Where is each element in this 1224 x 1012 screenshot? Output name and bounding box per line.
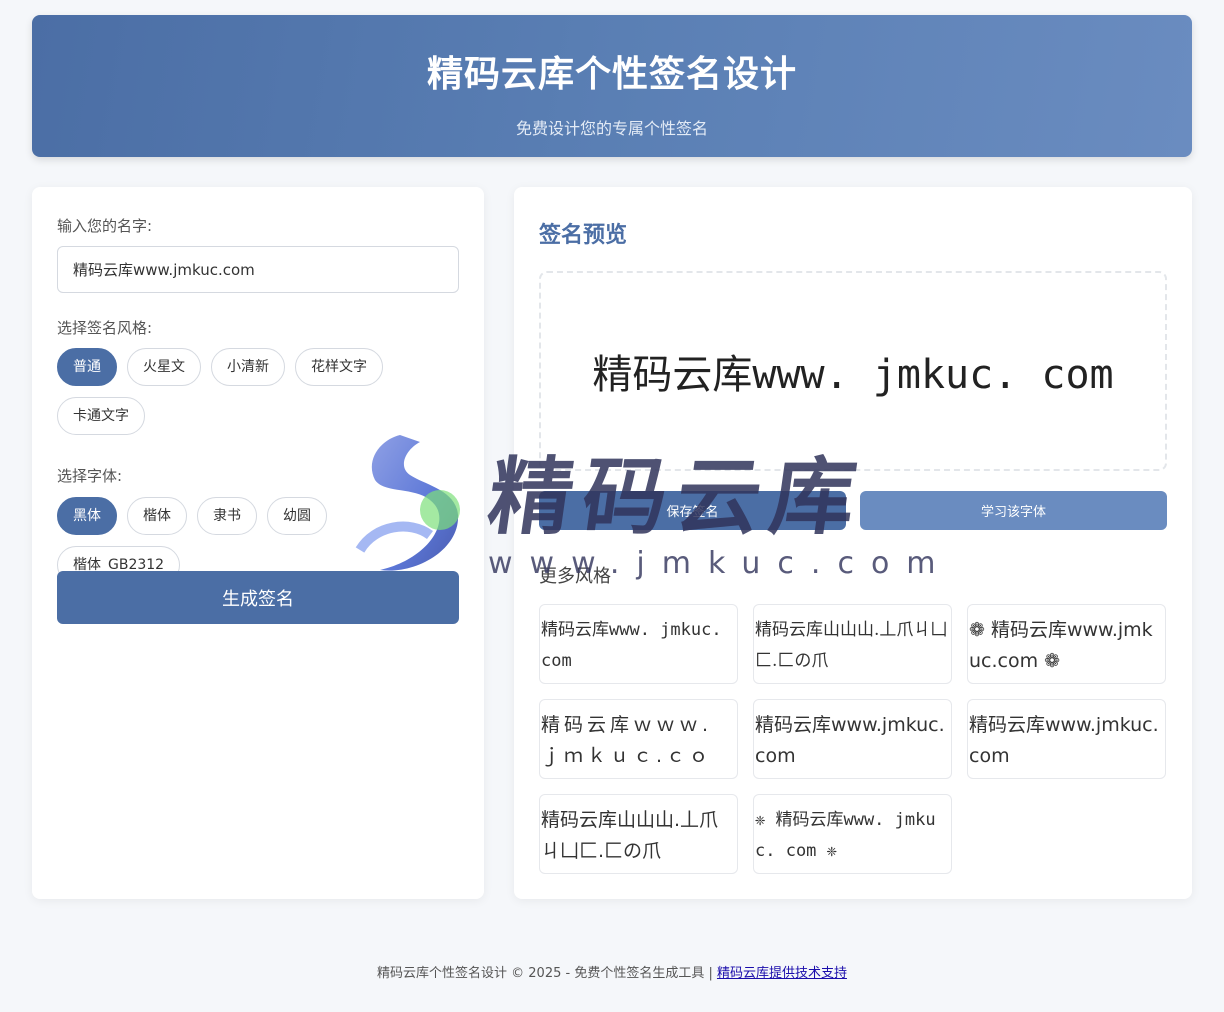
font-option-lishu[interactable]: 隶书 [197, 497, 257, 535]
style-option-cartoon[interactable]: 卡通文字 [57, 397, 145, 435]
style-card[interactable]: 精码云库www.jmkuc.com [967, 699, 1166, 779]
name-label: 输入您的名字: [57, 217, 153, 235]
style-card[interactable]: 精码云库www. jmkuc. com [539, 604, 738, 684]
name-input[interactable] [57, 246, 459, 293]
style-card[interactable]: ❁ 精码云库www.jmkuc.com ❁ [967, 604, 1166, 684]
style-card[interactable]: ❈ 精码云库www. jmkuc. com ❈ [753, 794, 952, 874]
save-signature-button[interactable]: 保存签名 [539, 491, 846, 530]
style-card[interactable]: 精码云库ｗｗｗ.ｊｍｋｕｃ.ｃｏｍ [539, 699, 738, 779]
font-label: 选择字体: [57, 467, 123, 485]
page-header: 精码云库个性签名设计 免费设计您的专属个性签名 [32, 15, 1192, 157]
footer: 精码云库个性签名设计 © 2025 - 免费个性签名生成工具 | 精码云库提供技… [0, 962, 1224, 981]
preview-title: 签名预览 [539, 223, 628, 248]
preview-panel: 签名预览 精码云库www. jmkuc. com 保存签名 学习该字体 更多风格… [514, 187, 1192, 899]
style-options: 普通 火星文 小清新 花样文字卡通文字 [57, 348, 467, 446]
font-option-kaiti[interactable]: 楷体 [127, 497, 187, 535]
footer-support-link[interactable]: 精码云库提供技术支持 [717, 966, 847, 981]
learn-font-button[interactable]: 学习该字体 [860, 491, 1167, 530]
page-subtitle: 免费设计您的专属个性签名 [515, 119, 708, 138]
font-option-youyuan[interactable]: 幼圆 [267, 497, 327, 535]
more-styles-title: 更多风格 [539, 566, 611, 587]
footer-text: 精码云库个性签名设计 © 2025 - 免费个性签名生成工具 | [377, 966, 717, 981]
page-title: 精码云库个性签名设计 [426, 54, 797, 95]
style-option-normal[interactable]: 普通 [57, 348, 117, 386]
style-option-fresh[interactable]: 小清新 [211, 348, 285, 386]
settings-panel: 输入您的名字: 选择签名风格: 普通火星文小清新花样文字卡通文字 选择字体: 黑… [32, 187, 484, 899]
style-option-martian[interactable]: 火星文 [127, 348, 201, 386]
font-option-heiti[interactable]: 黑体 [57, 497, 117, 535]
style-card[interactable]: 精码云库www.jmkuc.com [753, 699, 952, 779]
style-label: 选择签名风格: [57, 319, 153, 337]
generate-button[interactable]: 生成签名 [57, 571, 459, 624]
style-option-fancy[interactable]: 花样文字 [295, 348, 383, 386]
style-card[interactable]: 精码云库山山山.丄爪ㄐ凵匚.匚の爪 [539, 794, 738, 874]
style-card[interactable]: 精码云库山山山.丄爪ㄐ凵匚.匚の爪 [753, 604, 952, 684]
signature-preview: 精码云库www. jmkuc. com [539, 271, 1167, 471]
